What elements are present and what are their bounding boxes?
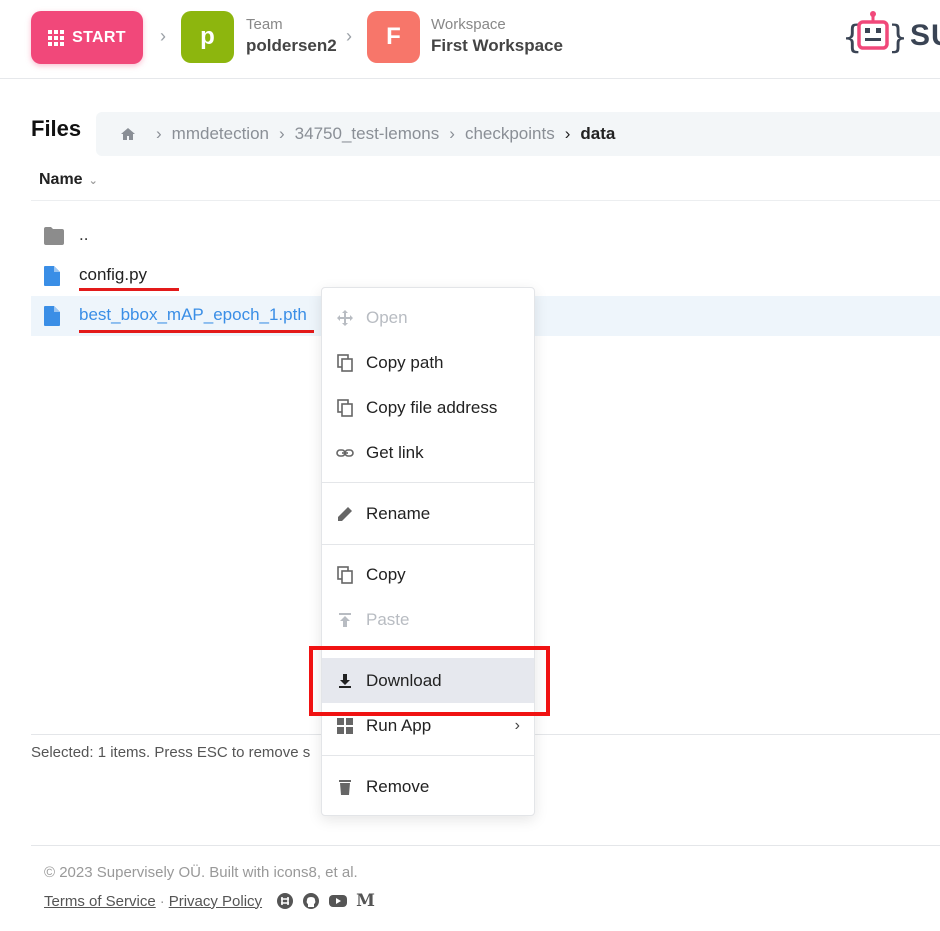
top-bar: START › p Team poldersen2 › F Workspace …	[0, 0, 940, 79]
social-links: M	[276, 891, 375, 911]
menu-item-copy[interactable]: Copy	[322, 552, 534, 597]
menu-divider	[322, 544, 534, 545]
list-item[interactable]: ..	[31, 216, 940, 256]
upload-icon	[339, 612, 351, 627]
menu-divider	[322, 755, 534, 756]
page-title: Files	[31, 116, 82, 141]
menu-item-paste[interactable]: Paste	[322, 597, 534, 642]
svg-text:}: }	[888, 18, 904, 56]
privacy-link[interactable]: Privacy Policy	[169, 893, 262, 910]
menu-item-rename[interactable]: Rename	[322, 491, 534, 536]
github-icon[interactable]	[302, 892, 320, 910]
name-column-header[interactable]: Name ⌄	[39, 171, 98, 189]
move-arrows-icon	[337, 309, 353, 326]
workspace-selector[interactable]: Workspace First Workspace	[431, 16, 563, 58]
chevron-right-icon: ›	[564, 124, 571, 143]
copy-icon	[337, 565, 353, 584]
file-name: ..	[79, 225, 89, 244]
youtube-icon[interactable]	[328, 893, 348, 909]
chevron-right-icon: ›	[449, 124, 455, 143]
divider	[31, 845, 940, 846]
highlight-box	[309, 646, 550, 716]
team-avatar[interactable]: p	[181, 11, 234, 63]
name-column-label: Name	[39, 171, 83, 188]
home-icon[interactable]	[120, 126, 136, 142]
chevron-right-icon: ›	[279, 124, 285, 143]
medium-icon[interactable]: M	[356, 891, 375, 911]
menu-divider	[322, 482, 534, 483]
workspace-avatar[interactable]: F	[367, 11, 420, 63]
breadcrumb-item[interactable]: mmdetection	[172, 124, 269, 144]
logo-text: SU	[910, 19, 940, 52]
menu-item-copy-file-address[interactable]: Copy file address	[322, 385, 534, 430]
menu-label: Open	[366, 307, 408, 327]
chevron-right-icon: ›	[156, 124, 162, 143]
chevron-down-icon: ⌄	[88, 174, 98, 187]
footer-links: Terms of Service · Privacy Policy M	[44, 891, 375, 911]
team-label: Team	[246, 16, 283, 33]
separator: ·	[159, 892, 165, 910]
apps-icon	[337, 717, 353, 734]
menu-label: Copy path	[366, 352, 444, 372]
menu-item-remove[interactable]: Remove	[322, 764, 534, 809]
workspace-label: Workspace	[431, 16, 506, 33]
apps-grid-icon	[48, 29, 65, 46]
trash-icon	[339, 779, 351, 795]
breadcrumb-item[interactable]: 34750_test-lemons	[295, 124, 440, 144]
link-icon	[336, 448, 354, 457]
red-underline	[79, 330, 314, 333]
start-label: START	[72, 28, 126, 46]
folder-icon	[44, 227, 64, 245]
supervisely-logo[interactable]: { } SU	[842, 10, 940, 62]
team-name: poldersen2	[246, 36, 337, 55]
divider	[31, 200, 940, 201]
menu-label: Get link	[366, 442, 424, 462]
file-name: best_bbox_mAP_epoch_1.pth	[79, 305, 307, 324]
menu-label: Rename	[366, 503, 431, 523]
menu-item-copy-path[interactable]: Copy path	[322, 340, 534, 385]
breadcrumb-current: data	[580, 124, 616, 143]
menu-label: Remove	[366, 776, 430, 796]
file-icon	[44, 266, 60, 286]
copy-icon	[337, 353, 353, 372]
copyright-text: © 2023 Supervisely OÜ. Built with icons8…	[44, 864, 358, 881]
menu-label: Run App	[366, 715, 432, 735]
selection-status: Selected: 1 items. Press ESC to remove s	[31, 744, 311, 761]
menu-item-open[interactable]: Open	[322, 295, 534, 340]
breadcrumb-item[interactable]: checkpoints	[465, 124, 555, 144]
chevron-right-icon: ›	[514, 716, 520, 734]
file-icon	[44, 306, 60, 326]
pencil-icon	[338, 506, 352, 521]
workspace-name: First Workspace	[431, 36, 563, 55]
robot-logo-icon: { }	[842, 11, 904, 56]
chevron-right-icon: ›	[160, 26, 166, 46]
breadcrumb: › mmdetection › 34750_test-lemons › chec…	[96, 112, 940, 156]
menu-item-get-link[interactable]: Get link	[322, 430, 534, 475]
menu-label: Copy	[366, 564, 406, 584]
terms-link[interactable]: Terms of Service	[44, 893, 156, 910]
chevron-right-icon: ›	[346, 26, 352, 46]
menu-label: Paste	[366, 609, 410, 629]
red-underline	[79, 288, 179, 291]
start-button[interactable]: START	[31, 11, 143, 64]
menu-label: Copy file address	[366, 397, 498, 417]
team-selector[interactable]: Team poldersen2	[246, 16, 337, 58]
copy-icon	[337, 398, 353, 417]
slack-icon[interactable]	[276, 892, 294, 910]
context-menu: Open Copy path Copy file address Get lin…	[321, 287, 535, 816]
file-name: config.py	[79, 265, 148, 284]
